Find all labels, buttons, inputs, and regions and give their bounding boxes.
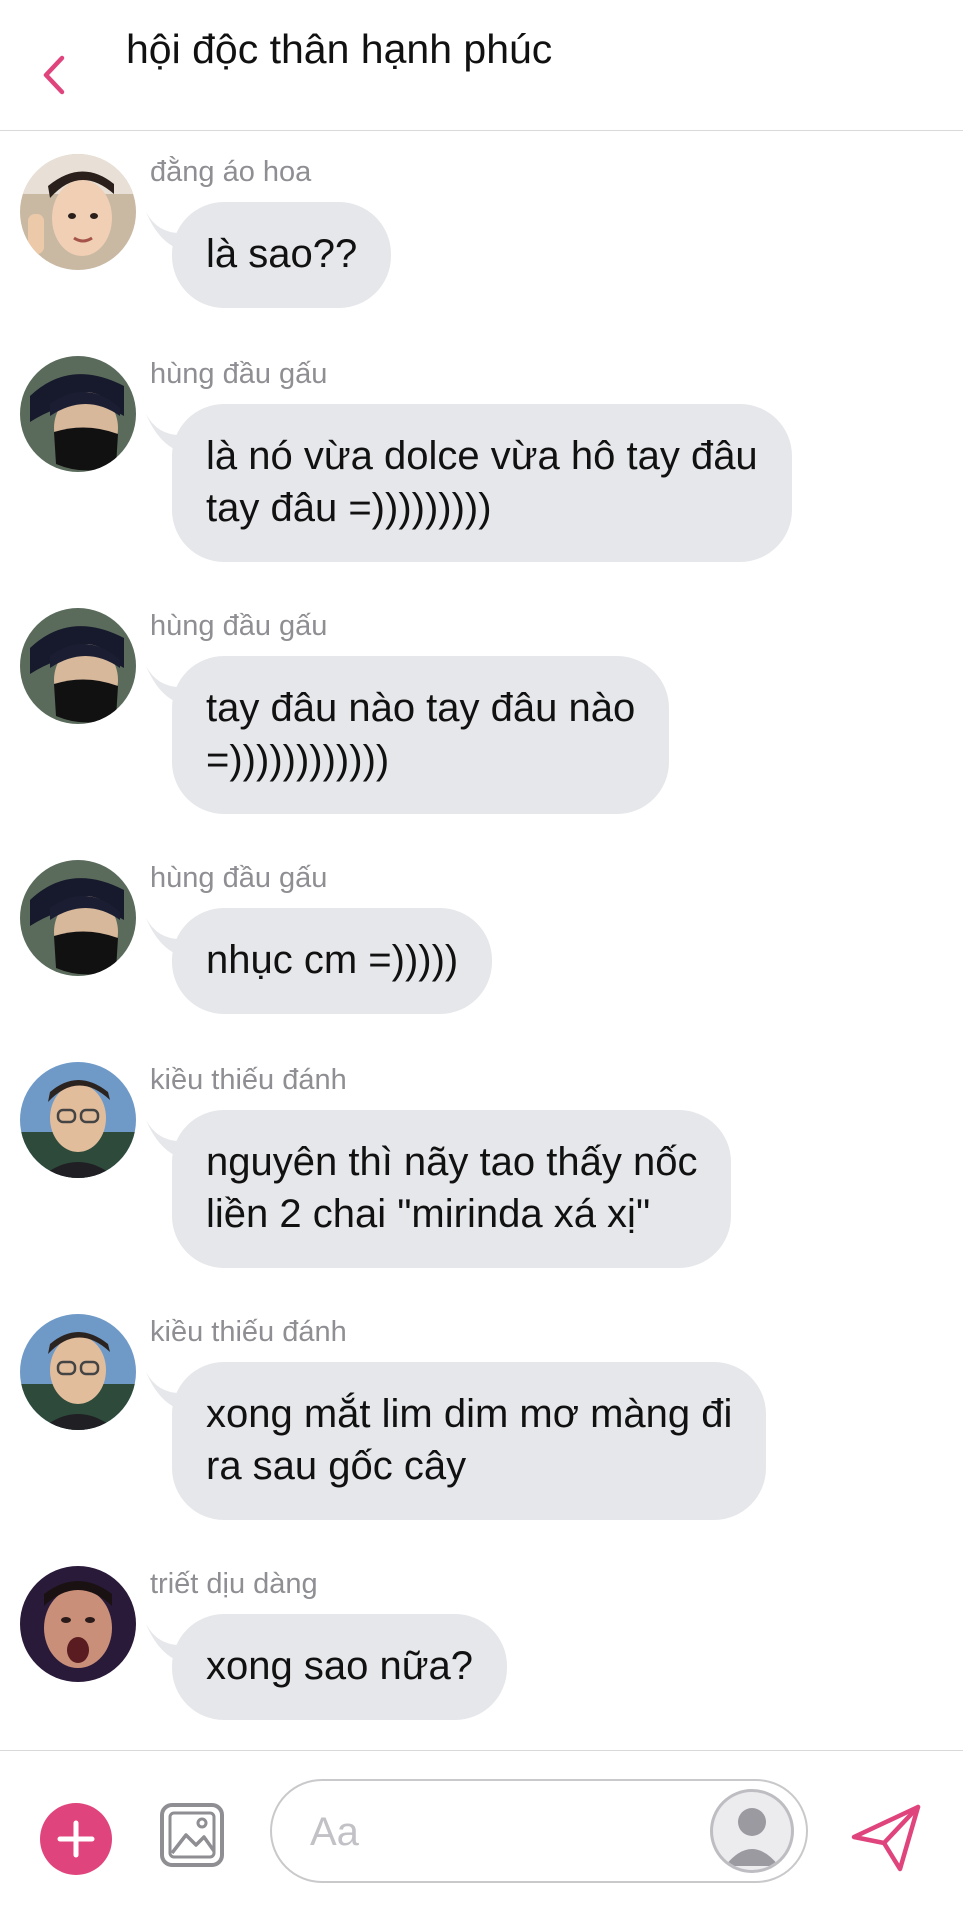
- avatar[interactable]: [20, 154, 136, 270]
- message-bubble[interactable]: xong sao nữa?: [172, 1614, 507, 1720]
- avatar-sticker-icon[interactable]: [710, 1789, 794, 1873]
- chat-header: hội độc thân hạnh phúc: [0, 0, 963, 131]
- plus-icon[interactable]: [40, 1803, 112, 1875]
- message-input[interactable]: [308, 1803, 692, 1861]
- message-bubble[interactable]: nhục cm =))))): [172, 908, 493, 1014]
- sender-name: hùng đầu gấu: [150, 358, 328, 390]
- chevron-left-icon[interactable]: [36, 50, 76, 100]
- message-bubble[interactable]: là nó vừa dolce vừa hô tay đâu tay đâu =…: [172, 404, 792, 562]
- avatar[interactable]: [20, 1314, 136, 1430]
- avatar[interactable]: [20, 1062, 136, 1178]
- sender-name: triết dịu dàng: [150, 1568, 318, 1600]
- composer-bar: [0, 1750, 963, 1921]
- message-bubble[interactable]: tay đâu nào tay đâu nào =)))))))))))): [172, 656, 670, 814]
- message-bubble[interactable]: là sao??: [172, 202, 392, 308]
- image-icon[interactable]: [158, 1801, 226, 1869]
- sender-name: kiều thiếu đánh: [150, 1064, 347, 1096]
- avatar[interactable]: [20, 860, 136, 976]
- message-bubble[interactable]: nguyên thì nãy tao thấy nốc liền 2 chai …: [172, 1110, 732, 1268]
- message-input-container: [270, 1779, 808, 1883]
- sender-name: đằng áo hoa: [150, 156, 312, 188]
- avatar[interactable]: [20, 608, 136, 724]
- sender-name: kiều thiếu đánh: [150, 1316, 347, 1348]
- avatar[interactable]: [20, 356, 136, 472]
- chat-title: hội độc thân hạnh phúc: [126, 26, 553, 72]
- sender-name: hùng đầu gấu: [150, 610, 328, 642]
- message-bubble[interactable]: xong mắt lim dim mơ màng đi ra sau gốc c…: [172, 1362, 767, 1520]
- sender-name: hùng đầu gấu: [150, 862, 328, 894]
- send-icon[interactable]: [848, 1799, 924, 1875]
- avatar[interactable]: [20, 1566, 136, 1682]
